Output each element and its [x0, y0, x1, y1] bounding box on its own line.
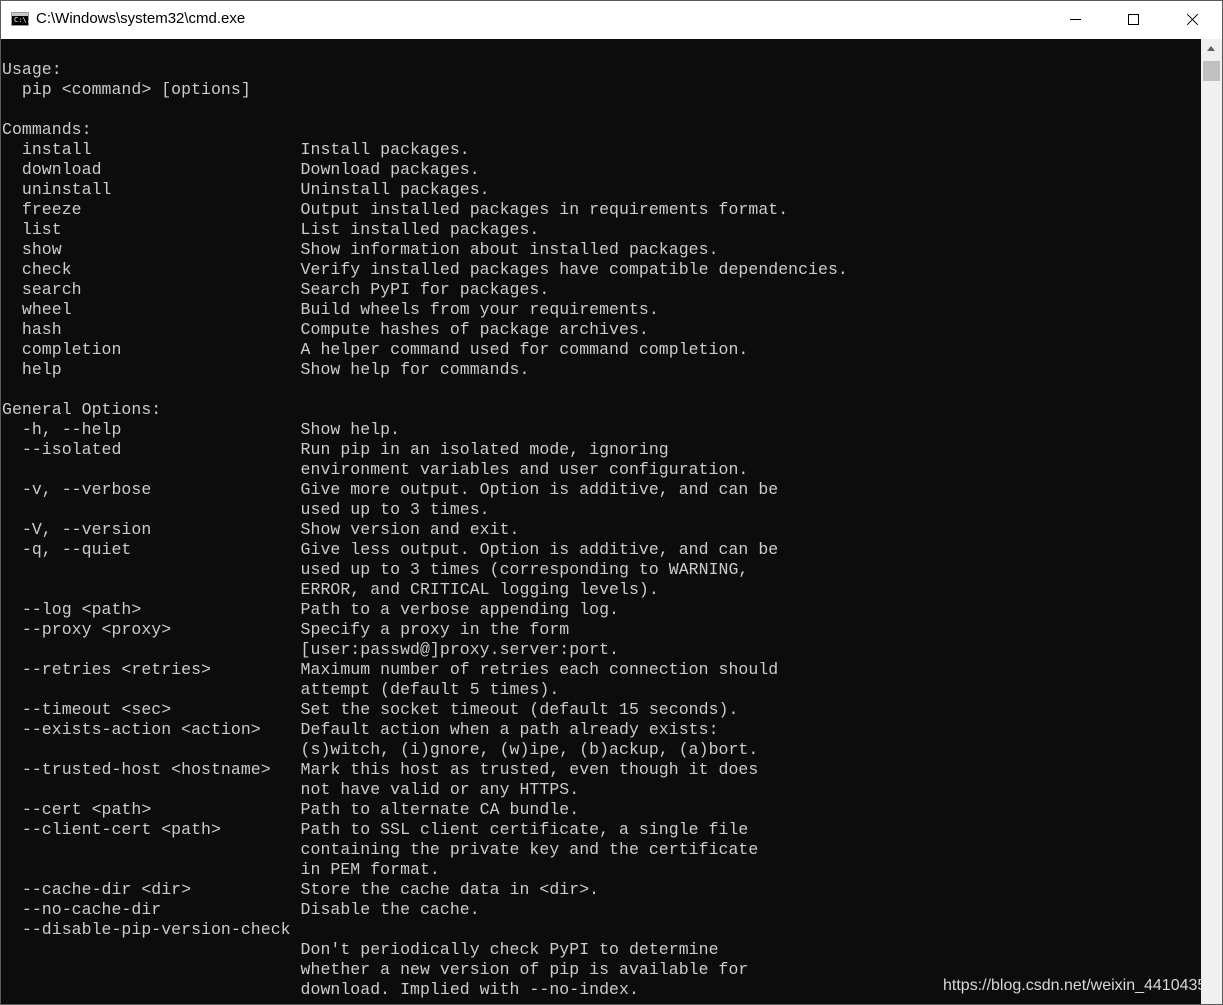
console-line: help Show help for commands.	[2, 360, 530, 379]
cmd-app-icon-glyph: C:\.	[14, 16, 31, 24]
scroll-thumb[interactable]	[1203, 61, 1220, 81]
console-line: attempt (default 5 times).	[2, 680, 560, 699]
console-line: show Show information about installed pa…	[2, 240, 719, 259]
scroll-up-button[interactable]	[1201, 39, 1222, 59]
console-line: pip <command> [options]	[2, 80, 251, 99]
console-line: wheel Build wheels from your requirement…	[2, 300, 659, 319]
console-line: whether a new version of pip is availabl…	[2, 960, 749, 979]
console-line: --retries <retries> Maximum number of re…	[2, 660, 779, 679]
console-line: in PEM format.	[2, 860, 440, 879]
console-line: not have valid or any HTTPS.	[2, 780, 580, 799]
console-output-area[interactable]: Usage: pip <command> [options] Commands:…	[1, 39, 1201, 1004]
watermark-text: https://blog.csdn.net/weixin_4410435	[943, 977, 1201, 994]
vertical-scrollbar[interactable]	[1201, 39, 1222, 1004]
title-bar[interactable]: C:\. C:\Windows\system32\cmd.exe	[1, 1, 1222, 39]
cmd-window: C:\. C:\Windows\system32\cmd.exe Usage: …	[0, 0, 1223, 1005]
console-line: [user:passwd@]proxy.server:port.	[2, 640, 619, 659]
window-title: C:\Windows\system32\cmd.exe	[36, 10, 246, 27]
console-line: --trusted-host <hostname> Mark this host…	[2, 760, 759, 779]
console-line: used up to 3 times.	[2, 500, 490, 519]
console-line: environment variables and user configura…	[2, 460, 749, 479]
console-line: install Install packages.	[2, 140, 470, 159]
console-line: -V, --version Show version and exit.	[2, 520, 520, 539]
console-line: check Verify installed packages have com…	[2, 260, 848, 279]
console-line: list List installed packages.	[2, 220, 540, 239]
console-line: (s)witch, (i)gnore, (w)ipe, (b)ackup, (a…	[2, 740, 759, 759]
minimize-icon	[1070, 19, 1081, 20]
console-line: -q, --quiet Give less output. Option is …	[2, 540, 779, 559]
close-button[interactable]	[1163, 1, 1221, 39]
console-line: Don't periodically check PyPI to determi…	[2, 940, 719, 959]
cmd-app-icon[interactable]: C:\.	[11, 12, 31, 26]
console-line: --cert <path> Path to alternate CA bundl…	[2, 800, 580, 819]
console-line: Usage:	[2, 60, 62, 79]
console-line: hash Compute hashes of package archives.	[2, 320, 649, 339]
console-line: --client-cert <path> Path to SSL client …	[2, 820, 749, 839]
console-line: download. Implied with --no-index.	[2, 980, 639, 999]
maximize-button[interactable]	[1105, 1, 1163, 39]
maximize-icon	[1128, 14, 1139, 25]
console-line: --no-cache-dir Disable the cache.	[2, 900, 480, 919]
console-line: uninstall Uninstall packages.	[2, 180, 490, 199]
console-line: ERROR, and CRITICAL logging levels).	[2, 580, 659, 599]
console-line: -h, --help Show help.	[2, 420, 401, 439]
console-line: --cache-dir <dir> Store the cache data i…	[2, 880, 600, 899]
console-line: download Download packages.	[2, 160, 480, 179]
console-line: --isolated Run pip in an isolated mode, …	[2, 440, 669, 459]
console-line: search Search PyPI for packages.	[2, 280, 550, 299]
console-line: --timeout <sec> Set the socket timeout (…	[2, 700, 739, 719]
console-line: --disable-pip-version-check	[2, 920, 291, 939]
console-line: --log <path> Path to a verbose appending…	[2, 600, 619, 619]
console-text: Usage: pip <command> [options] Commands:…	[2, 60, 848, 1000]
console-line: -v, --verbose Give more output. Option i…	[2, 480, 779, 499]
chevron-up-icon	[1207, 46, 1215, 51]
minimize-button[interactable]	[1047, 1, 1105, 39]
console-line: --exists-action <action> Default action …	[2, 720, 719, 739]
console-line: Commands:	[2, 120, 92, 139]
console-line: used up to 3 times (corresponding to WAR…	[2, 560, 749, 579]
console-line: completion A helper command used for com…	[2, 340, 749, 359]
console-line: freeze Output installed packages in requ…	[2, 200, 789, 219]
console-line: General Options:	[2, 400, 162, 419]
console-line: --proxy <proxy> Specify a proxy in the f…	[2, 620, 570, 639]
console-line: containing the private key and the certi…	[2, 840, 759, 859]
